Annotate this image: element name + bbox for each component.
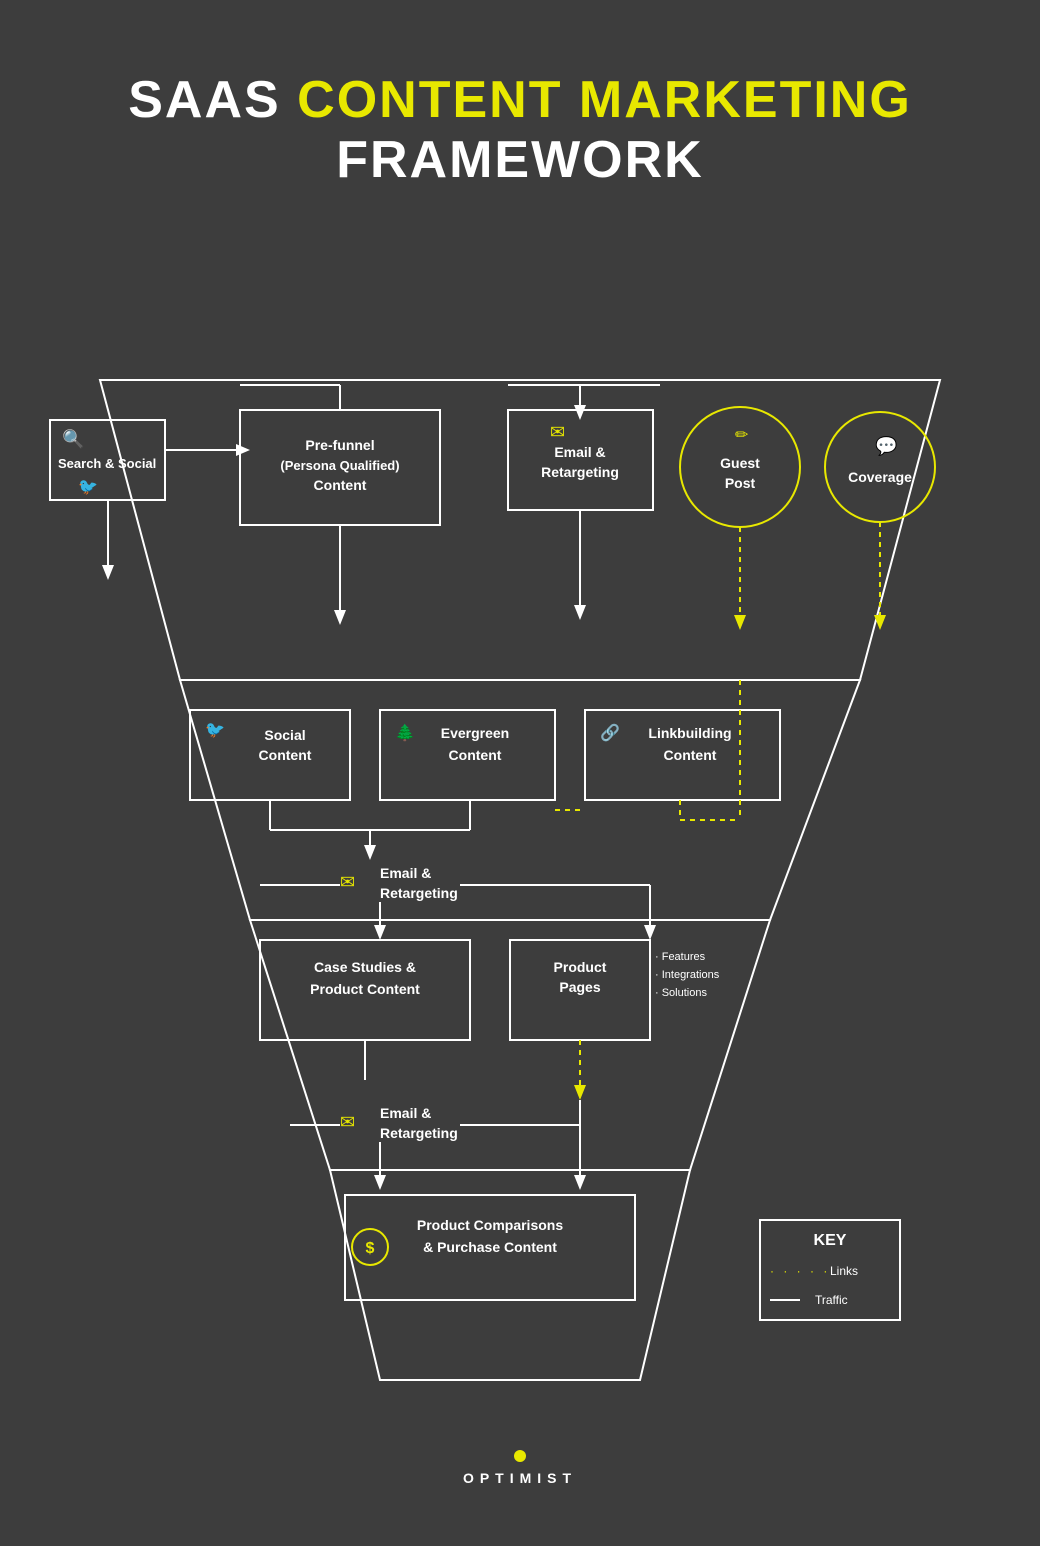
svg-text:Content: Content	[314, 477, 367, 493]
svg-text:Social: Social	[264, 727, 305, 743]
svg-text:Product: Product	[554, 959, 607, 975]
svg-text:Email &: Email &	[554, 444, 605, 460]
diagram-svg: 🔍 Search & Social 🐦 Pre-funnel (Persona …	[40, 220, 1000, 1420]
svg-text:Product Content: Product Content	[310, 981, 420, 997]
title-saas: SAAS	[128, 71, 297, 129]
svg-text:$: $	[366, 1240, 375, 1257]
svg-text:Product Comparisons: Product Comparisons	[417, 1217, 563, 1233]
svg-text:Content: Content	[664, 747, 717, 763]
svg-text:Post: Post	[725, 475, 756, 491]
svg-text:Pages: Pages	[559, 979, 600, 995]
title-line2: FRAMEWORK	[40, 130, 1000, 190]
svg-text:✉: ✉	[340, 1112, 355, 1132]
title-yellow: CONTENT MARKETING	[297, 71, 912, 129]
svg-text:Retargeting: Retargeting	[541, 464, 619, 480]
brand-name: OPTIMIST	[463, 1470, 577, 1486]
svg-text:(Persona Qualified): (Persona Qualified)	[280, 458, 399, 473]
svg-text:✉: ✉	[340, 872, 355, 892]
svg-text:& Purchase Content: & Purchase Content	[423, 1239, 557, 1255]
svg-text:· · · · ·: · · · · ·	[770, 1264, 830, 1278]
svg-text:Pre-funnel: Pre-funnel	[305, 437, 374, 453]
footer: OPTIMIST	[20, 1450, 1020, 1486]
svg-text:Case Studies &: Case Studies &	[314, 959, 416, 975]
svg-text:🐦: 🐦	[78, 479, 98, 496]
svg-text:💬: 💬	[875, 435, 897, 456]
svg-text:Email &: Email &	[380, 865, 431, 881]
svg-text:🔗: 🔗	[600, 723, 620, 742]
svg-text:Links: Links	[830, 1264, 858, 1278]
svg-text:Linkbuilding: Linkbuilding	[648, 725, 731, 741]
svg-text:· Integrations: · Integrations	[655, 969, 720, 981]
page-container: SAAS CONTENT MARKETING FRAMEWORK 🔍 Searc…	[0, 0, 1040, 1546]
svg-text:✉: ✉	[550, 422, 565, 442]
svg-text:Retargeting: Retargeting	[380, 885, 458, 901]
svg-text:✏: ✏	[735, 427, 749, 444]
svg-text:Evergreen: Evergreen	[441, 725, 509, 741]
svg-text:· Features: · Features	[655, 951, 706, 963]
svg-text:Email &: Email &	[380, 1105, 431, 1121]
svg-text:🔍: 🔍	[62, 427, 84, 449]
svg-text:Retargeting: Retargeting	[380, 1125, 458, 1141]
svg-text:🐦: 🐦	[205, 722, 225, 739]
svg-text:🌲: 🌲	[395, 723, 415, 742]
svg-text:Traffic: Traffic	[815, 1293, 848, 1307]
svg-text:KEY: KEY	[814, 1232, 847, 1249]
svg-text:Content: Content	[449, 747, 502, 763]
title-line1: SAAS CONTENT MARKETING	[40, 70, 1000, 130]
svg-text:Content: Content	[259, 747, 312, 763]
svg-text:Search & Social: Search & Social	[58, 456, 156, 471]
svg-text:Guest: Guest	[720, 455, 760, 471]
title-section: SAAS CONTENT MARKETING FRAMEWORK	[20, 40, 1020, 210]
footer-dot	[514, 1450, 526, 1462]
svg-text:Coverage: Coverage	[848, 469, 912, 485]
diagram: 🔍 Search & Social 🐦 Pre-funnel (Persona …	[40, 220, 1000, 1420]
svg-text:· Solutions: · Solutions	[655, 987, 707, 999]
